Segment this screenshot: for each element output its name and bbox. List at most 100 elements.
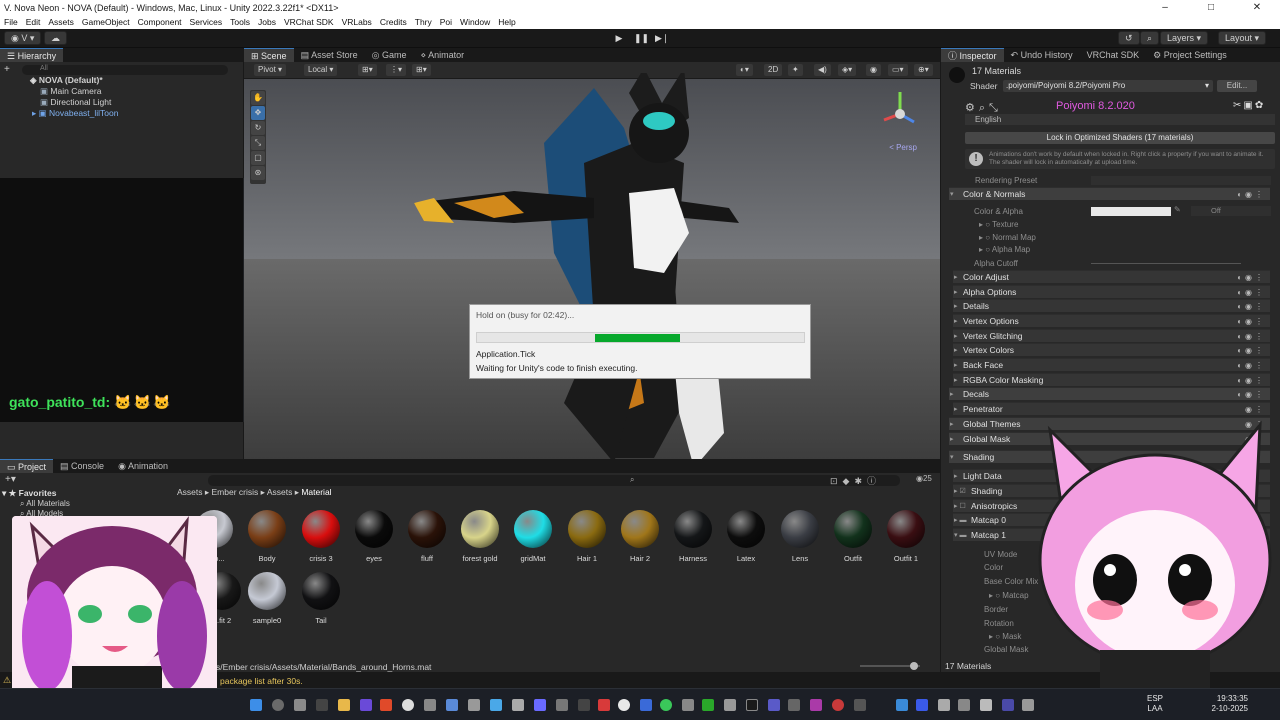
material-asset[interactable]: Body (243, 510, 291, 570)
app-icon[interactable] (724, 699, 736, 711)
menu-tools[interactable]: Tools (230, 16, 250, 29)
search-icon[interactable]: ⌕ (1140, 31, 1160, 45)
step-icon[interactable]: ▶❘ (655, 32, 669, 45)
scale-tool-icon[interactable]: ⤡ (251, 136, 265, 150)
app-icon[interactable] (682, 699, 694, 711)
material-asset[interactable]: Outfit 1 (882, 510, 930, 570)
app-icon[interactable] (854, 699, 866, 711)
app-icon[interactable] (746, 699, 758, 711)
tab-project-settings[interactable]: ⚙ Project Settings (1146, 48, 1234, 62)
texture-slot[interactable]: ▸ ○ Texture (979, 219, 1018, 230)
tab-animation[interactable]: ◉ Animation (111, 459, 175, 473)
menu-jobs[interactable]: Jobs (258, 16, 276, 29)
material-asset[interactable]: Latex (722, 510, 770, 570)
tab-scene[interactable]: ⊞ Scene (244, 48, 294, 62)
tab-console[interactable]: ▤ Console (53, 459, 111, 473)
lock-in-button[interactable]: Lock in Optimized Shaders (17 materials) (965, 132, 1275, 144)
favorites-header[interactable]: ▾ ★ Favorites (2, 488, 56, 499)
orientation-gizmo-icon[interactable] (880, 86, 920, 142)
tab-inspector[interactable]: ⓘ Inspector (941, 48, 1004, 62)
alpha-cutoff-slider[interactable] (1091, 263, 1241, 264)
tab-game[interactable]: ◎ Game (365, 48, 414, 62)
material-asset[interactable]: Hair 1 (563, 510, 611, 570)
tab-vrchat-sdk[interactable]: VRChat SDK (1080, 48, 1147, 62)
app-icon[interactable] (446, 699, 458, 711)
material-asset[interactable]: Harness (669, 510, 717, 570)
app-icon[interactable] (768, 699, 780, 711)
crumb-material[interactable]: Material (301, 487, 331, 497)
crumb-ember-crisis[interactable]: Ember crisis (212, 487, 259, 497)
app-icon[interactable] (788, 699, 800, 711)
tray-icon[interactable] (896, 699, 908, 711)
section-vertex-glitching[interactable]: ▸ Vertex Glitching ◐◉⋮ (953, 329, 1270, 342)
menu-credits[interactable]: Credits (380, 16, 407, 29)
effects-icon[interactable]: ◈▾ (838, 64, 857, 76)
menu-edit[interactable]: Edit (26, 16, 41, 29)
app-icon[interactable] (618, 699, 630, 711)
search-icon[interactable] (272, 699, 284, 711)
menu-assets[interactable]: Assets (48, 16, 74, 29)
material-asset[interactable]: sample0 (243, 572, 291, 632)
layout-dropdown[interactable]: Layout ▾ (1218, 31, 1267, 45)
slider-handle[interactable] (910, 662, 918, 670)
section-rgba-masking[interactable]: ▸ RGBA Color Masking ◐◉⋮ (953, 373, 1270, 386)
move-tool-icon[interactable]: ✥ (251, 106, 265, 120)
scene-root[interactable]: ◈ NOVA (Default)* (30, 75, 103, 86)
section-vertex-colors[interactable]: ▸ Vertex Colors ◐◉⋮ (953, 343, 1270, 356)
tray-icon[interactable] (958, 699, 970, 711)
section-back-face[interactable]: ▸ Back Face ◐◉⋮ (953, 358, 1270, 371)
menu-component[interactable]: Component (138, 16, 182, 29)
hierarchy-item-directional-light[interactable]: ▣ Directional Light (40, 97, 111, 108)
discord-icon[interactable] (534, 699, 546, 711)
app-icon[interactable] (490, 699, 502, 711)
perspective-label[interactable]: < Persp (889, 143, 917, 152)
minimize-button[interactable]: – (1142, 0, 1188, 16)
audio-icon[interactable]: ◀) (814, 64, 831, 76)
create-icon[interactable]: +▾ (5, 474, 16, 485)
menu-poi[interactable]: Poi (440, 16, 452, 29)
app-icon[interactable] (468, 699, 480, 711)
app-icon[interactable] (578, 699, 590, 711)
maximize-button[interactable]: □ (1188, 0, 1234, 16)
task-view-icon[interactable] (294, 699, 306, 711)
close-button[interactable]: ✕ (1234, 0, 1280, 16)
language-dropdown[interactable]: English (965, 114, 1275, 125)
tray-icon[interactable] (1002, 699, 1014, 711)
material-asset[interactable]: fluff (403, 510, 451, 570)
app-icon[interactable] (556, 699, 568, 711)
app-icon[interactable] (598, 699, 610, 711)
section-color-adjust[interactable]: ▸ Color Adjust ◐◉⋮ (953, 270, 1270, 283)
app-icon[interactable] (424, 699, 436, 711)
grid-snap-icon[interactable]: ⊞▾ (358, 64, 377, 76)
menu-thry[interactable]: Thry (415, 16, 432, 29)
eyedropper-icon[interactable]: ✎ (1174, 205, 1181, 214)
cloud-icon[interactable]: ☁ (44, 31, 67, 45)
xbox-icon[interactable] (702, 699, 714, 711)
app-icon[interactable] (640, 699, 652, 711)
whatsapp-icon[interactable] (660, 699, 672, 711)
matcap-texture-slot[interactable]: ▸ ○ Matcap (989, 590, 1029, 601)
tray-icon[interactable] (938, 699, 950, 711)
transform-tool-icon[interactable]: ⊛ (251, 166, 265, 180)
rect-tool-icon[interactable]: ▢ (251, 151, 265, 165)
crumb-assets-2[interactable]: Assets (267, 487, 293, 497)
rotate-tool-icon[interactable]: ↻ (251, 121, 265, 135)
matcap-mask-slot[interactable]: ▸ ○ Mask (989, 631, 1021, 642)
tab-animator[interactable]: ⋄ Animator (414, 48, 472, 62)
rendering-preset-dropdown[interactable] (1091, 176, 1271, 185)
normal-map-slot[interactable]: ▸ ○ Normal Map (979, 232, 1036, 243)
add-icon[interactable]: + (4, 64, 12, 75)
menu-vrlabs[interactable]: VRLabs (342, 16, 372, 29)
layers-dropdown[interactable]: Layers ▾ (1160, 31, 1209, 45)
tab-undo-history[interactable]: ↶ Undo History (1004, 48, 1080, 62)
project-filter-icons[interactable]: ⊡◆✱ⓘ (830, 474, 881, 487)
section-penetrator[interactable]: ▸ Penetrator ◉⋮ (953, 402, 1270, 415)
tab-hierarchy[interactable]: ☰ Hierarchy (0, 48, 64, 62)
material-asset[interactable]: Hair 2 (616, 510, 664, 570)
hierarchy-search-input[interactable]: All (22, 65, 228, 75)
menu-window[interactable]: Window (460, 16, 490, 29)
camera-icon[interactable]: ▭▾ (888, 64, 908, 76)
tray-icon[interactable] (1022, 699, 1034, 711)
pause-icon[interactable]: ❚❚ (634, 32, 649, 45)
app-icon[interactable] (512, 699, 524, 711)
